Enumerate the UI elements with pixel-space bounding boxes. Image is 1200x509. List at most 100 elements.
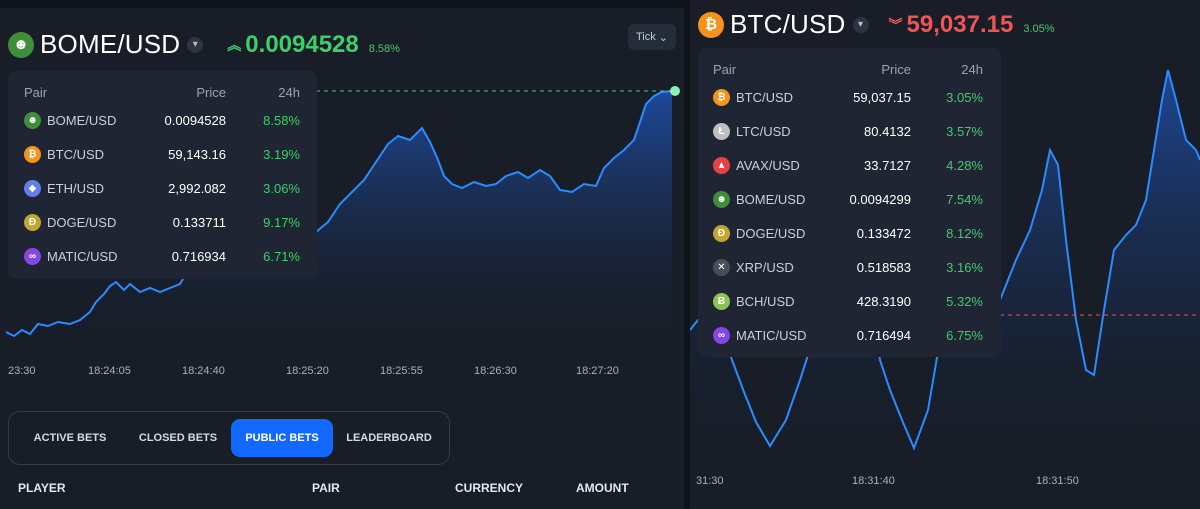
- row-pair-label: MATIC/USD: [47, 248, 118, 264]
- row-change: 9.17%: [263, 214, 300, 230]
- btc-icon: ₿: [698, 11, 724, 38]
- tab-closed-bets[interactable]: CLOSED BETS: [125, 419, 231, 457]
- pair-list-table: Pair Price 24h ☻ BOME/USD 0.0094528 8.58% ₿ B…: [8, 71, 317, 279]
- time-axis-label: 18:26:30: [474, 365, 517, 377]
- matic-icon: ∞: [713, 326, 730, 344]
- header-price: Price: [881, 61, 911, 77]
- table-row[interactable]: Ƀ BCH/USD 428.3190 5.32%: [698, 284, 1001, 318]
- row-pair: ∞ MATIC/USD: [713, 326, 823, 344]
- row-pair-label: BTC/USD: [47, 146, 105, 162]
- row-pair-label: BTC/USD: [736, 89, 794, 105]
- row-change: 8.58%: [263, 112, 300, 128]
- row-pair: ∞ MATIC/USD: [24, 247, 134, 265]
- row-change: 8.12%: [946, 225, 983, 241]
- table-row[interactable]: ₿ BTC/USD 59,143.16 3.19%: [8, 137, 317, 171]
- pair-header: ☻ BOME/USD ▾ ︽ 0.0094528 8.58%: [8, 29, 400, 60]
- time-axis-label: 18:25:20: [286, 365, 329, 377]
- table-row[interactable]: Ð DOGE/USD 0.133472 8.12%: [698, 216, 1001, 250]
- row-pair: ✕ XRP/USD: [713, 258, 823, 276]
- row-pair: ₿ BTC/USD: [24, 145, 134, 163]
- row-price: 0.0094299: [849, 191, 911, 207]
- table-row[interactable]: Ð DOGE/USD 0.133711 9.17%: [8, 205, 317, 239]
- table-row[interactable]: ∞ MATIC/USD 0.716934 6.71%: [8, 239, 317, 273]
- double-chevron-down-icon: ︾: [888, 16, 903, 33]
- table-row[interactable]: ☻ BOME/USD 0.0094299 7.54%: [698, 182, 1001, 216]
- row-pair-label: BOME/USD: [736, 191, 806, 207]
- row-pair-label: ETH/USD: [47, 180, 105, 196]
- table-row[interactable]: ✕ XRP/USD 0.518583 3.16%: [698, 250, 1001, 284]
- row-pair: ₿ BTC/USD: [713, 88, 823, 106]
- time-axis-label: 18:31:50: [1036, 475, 1079, 487]
- time-axis-label: 18:31:40: [852, 475, 895, 487]
- table-row[interactable]: ☻ BOME/USD 0.0094528 8.58%: [8, 103, 317, 137]
- price-change: 8.58%: [368, 42, 400, 55]
- price-change: 3.05%: [1023, 22, 1055, 35]
- time-axis-label: 23:30: [8, 365, 36, 377]
- tick-label: Tick: [636, 31, 656, 43]
- row-change: 3.19%: [263, 146, 300, 162]
- row-change: 5.32%: [946, 293, 983, 309]
- row-pair-label: DOGE/USD: [736, 225, 806, 241]
- row-change: 7.54%: [946, 191, 983, 207]
- eth-icon: ◆: [24, 179, 41, 197]
- matic-icon: ∞: [24, 247, 41, 265]
- table-header: Pair Price 24h: [698, 58, 1001, 80]
- chevron-down-icon[interactable]: ▾: [852, 16, 869, 33]
- table-header: Pair Price 24h: [8, 81, 317, 103]
- row-price: 80.4132: [864, 123, 911, 139]
- row-price: 0.716494: [856, 327, 911, 343]
- tab-leaderboard[interactable]: LEADERBOARD: [333, 419, 445, 457]
- row-pair-label: AVAX/USD: [736, 157, 800, 173]
- time-axis-label: 18:27:20: [576, 365, 619, 377]
- column-currency: CURRENCY: [455, 481, 524, 495]
- header-price: Price: [196, 84, 226, 100]
- table-row[interactable]: ◆ ETH/USD 2,992.082 3.06%: [8, 171, 317, 205]
- chevron-down-icon: ⌄: [658, 31, 668, 44]
- btc-icon: ₿: [24, 145, 41, 163]
- table-row[interactable]: ▲ AVAX/USD 33.7127 4.28%: [698, 148, 1001, 182]
- bch-icon: Ƀ: [713, 292, 730, 310]
- current-price: 0.0094528: [245, 30, 359, 58]
- row-price: 33.7127: [864, 157, 911, 173]
- row-pair-label: DOGE/USD: [47, 214, 117, 230]
- row-pair: ☻ BOME/USD: [24, 111, 134, 129]
- table-row[interactable]: ₿ BTC/USD 59,037.15 3.05%: [698, 80, 1001, 114]
- row-change: 3.06%: [263, 180, 300, 196]
- xrp-icon: ✕: [713, 258, 730, 276]
- time-axis-label: 18:24:05: [88, 365, 131, 377]
- row-change: 3.16%: [946, 259, 983, 275]
- row-pair: ◆ ETH/USD: [24, 179, 134, 197]
- ltc-icon: Ł: [713, 122, 730, 140]
- row-price: 0.518583: [856, 259, 911, 275]
- pair-title: BOME/USD: [40, 29, 181, 59]
- row-price: 2,992.082: [168, 180, 226, 196]
- tick-dropdown[interactable]: Tick ⌄: [628, 24, 676, 50]
- row-change: 3.57%: [946, 123, 983, 139]
- row-pair-label: BOME/USD: [47, 112, 117, 128]
- header-24h: 24h: [961, 61, 983, 77]
- row-change: 3.05%: [946, 89, 983, 105]
- table-row[interactable]: Ł LTC/USD 80.4132 3.57%: [698, 114, 1001, 148]
- bets-tabs: ACTIVE BETS CLOSED BETS PUBLIC BETS LEAD…: [8, 411, 450, 465]
- pair-title: BTC/USD: [730, 9, 846, 39]
- header-pair: Pair: [24, 84, 48, 100]
- double-chevron-up-icon: ︽: [227, 36, 242, 53]
- pair-header: ₿ BTC/USD ▾ ︾ 59,037.15 3.05%: [698, 9, 1055, 40]
- chevron-down-icon[interactable]: ▾: [187, 36, 204, 53]
- time-axis-label: 31:30: [696, 475, 724, 487]
- row-price: 0.0094528: [164, 112, 226, 128]
- row-pair-label: XRP/USD: [736, 259, 794, 275]
- avax-icon: ▲: [713, 156, 730, 174]
- bome-icon: ☻: [24, 111, 41, 129]
- time-axis-label: 18:24:40: [182, 365, 225, 377]
- tab-public-bets[interactable]: PUBLIC BETS: [231, 419, 333, 457]
- current-price: 59,037.15: [906, 10, 1014, 38]
- row-pair: Ð DOGE/USD: [24, 213, 134, 231]
- time-axis-label: 18:25:55: [380, 365, 423, 377]
- row-change: 6.71%: [263, 248, 300, 264]
- table-row[interactable]: ∞ MATIC/USD 0.716494 6.75%: [698, 318, 1001, 352]
- row-pair: Ƀ BCH/USD: [713, 292, 823, 310]
- row-price: 59,037.15: [853, 89, 911, 105]
- tab-active-bets[interactable]: ACTIVE BETS: [15, 419, 125, 457]
- row-pair: Ł LTC/USD: [713, 122, 823, 140]
